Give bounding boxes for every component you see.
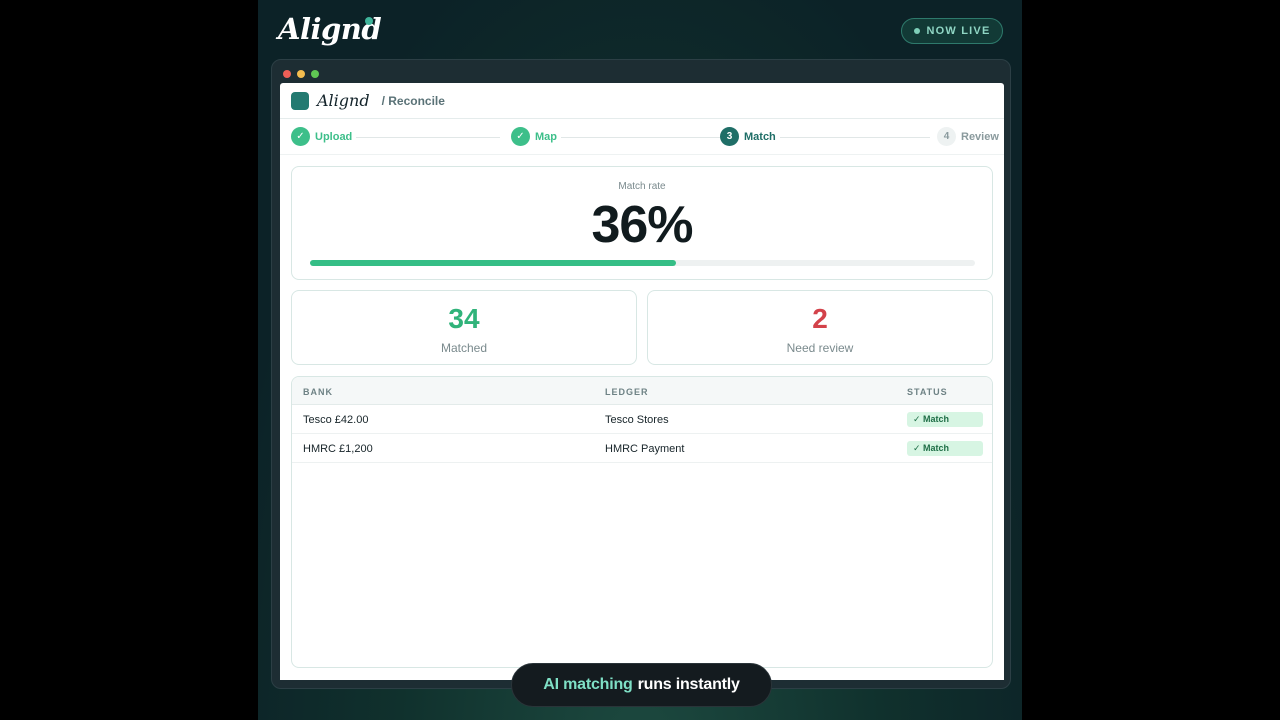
step-review[interactable]: 4 Review	[937, 127, 1003, 146]
breadcrumb[interactable]: / Reconcile	[382, 94, 445, 108]
match-rate-card: Match rate 36%	[291, 166, 993, 280]
maximize-window-icon[interactable]	[311, 70, 319, 78]
app-window: Alignd / Reconcile ✓ Upload ✓ Map 3 Matc…	[271, 59, 1011, 689]
promo-stage: Alignd NOW LIVE Alignd / Reconcile ✓ Upl…	[258, 0, 1022, 720]
step-label: Review	[961, 130, 999, 143]
match-rate-value: 36%	[591, 196, 693, 254]
close-window-icon[interactable]	[283, 70, 291, 78]
review-label: Need review	[786, 341, 854, 355]
matched-stat-card[interactable]: 34 Matched	[291, 290, 637, 365]
status-badge: ✓ Match	[907, 412, 983, 427]
table-row[interactable]: HMRC £1,200 HMRC Payment ✓ Match	[292, 434, 992, 463]
step-map[interactable]: ✓ Map	[511, 127, 561, 146]
column-header-ledger[interactable]: LEDGER	[605, 387, 649, 397]
review-stat-card[interactable]: 2 Need review	[647, 290, 993, 365]
review-count: 2	[812, 303, 828, 334]
window-controls	[283, 70, 319, 78]
step-label: Map	[535, 130, 557, 143]
check-icon: ✓	[291, 127, 310, 146]
check-icon: ✓	[511, 127, 530, 146]
ledger-cell: HMRC Payment	[605, 443, 685, 455]
step-label: Upload	[315, 130, 353, 143]
caption-text: runs instantly	[637, 676, 740, 693]
ledger-cell: Tesco Stores	[605, 414, 669, 426]
step-connector	[535, 137, 721, 138]
bank-cell: HMRC £1,200	[303, 443, 373, 455]
app-logo-icon	[291, 91, 309, 110]
matched-label: Matched	[440, 341, 488, 355]
bank-cell: Tesco £42.00	[303, 414, 369, 426]
matched-count: 34	[448, 303, 480, 334]
step-label: Match	[744, 130, 776, 143]
app-header: Alignd / Reconcile	[280, 83, 1004, 119]
step-match[interactable]: 3 Match	[720, 127, 780, 146]
match-table: BANK LEDGER STATUS Tesco £42.00 Tesco St…	[291, 376, 993, 668]
table-header: BANK LEDGER STATUS	[292, 377, 992, 405]
step-number: 4	[937, 127, 956, 146]
app-content: Alignd / Reconcile ✓ Upload ✓ Map 3 Matc…	[280, 83, 1004, 680]
app-name: Alignd	[317, 91, 370, 110]
match-progress-fill	[310, 260, 676, 266]
brand-dot-icon	[365, 17, 373, 25]
minimize-window-icon[interactable]	[297, 70, 305, 78]
step-connector	[340, 137, 500, 138]
match-progress-bar	[310, 260, 975, 266]
column-header-bank[interactable]: BANK	[303, 387, 333, 397]
now-live-label: NOW LIVE	[926, 25, 991, 37]
column-header-status[interactable]: STATUS	[907, 387, 948, 397]
match-rate-label: Match rate	[618, 181, 666, 192]
step-connector	[775, 137, 930, 138]
caption-highlight: AI matching	[543, 676, 633, 693]
status-badge: ✓ Match	[907, 441, 983, 456]
step-number: 3	[720, 127, 739, 146]
caption-banner: AI matching runs instantly	[511, 663, 772, 707]
progress-stepper: ✓ Upload ✓ Map 3 Match 4 Review	[280, 119, 1004, 155]
step-upload[interactable]: ✓ Upload	[291, 127, 357, 146]
table-row[interactable]: Tesco £42.00 Tesco Stores ✓ Match	[292, 405, 992, 434]
now-live-badge: NOW LIVE	[901, 18, 1003, 44]
live-dot-icon	[913, 28, 920, 34]
